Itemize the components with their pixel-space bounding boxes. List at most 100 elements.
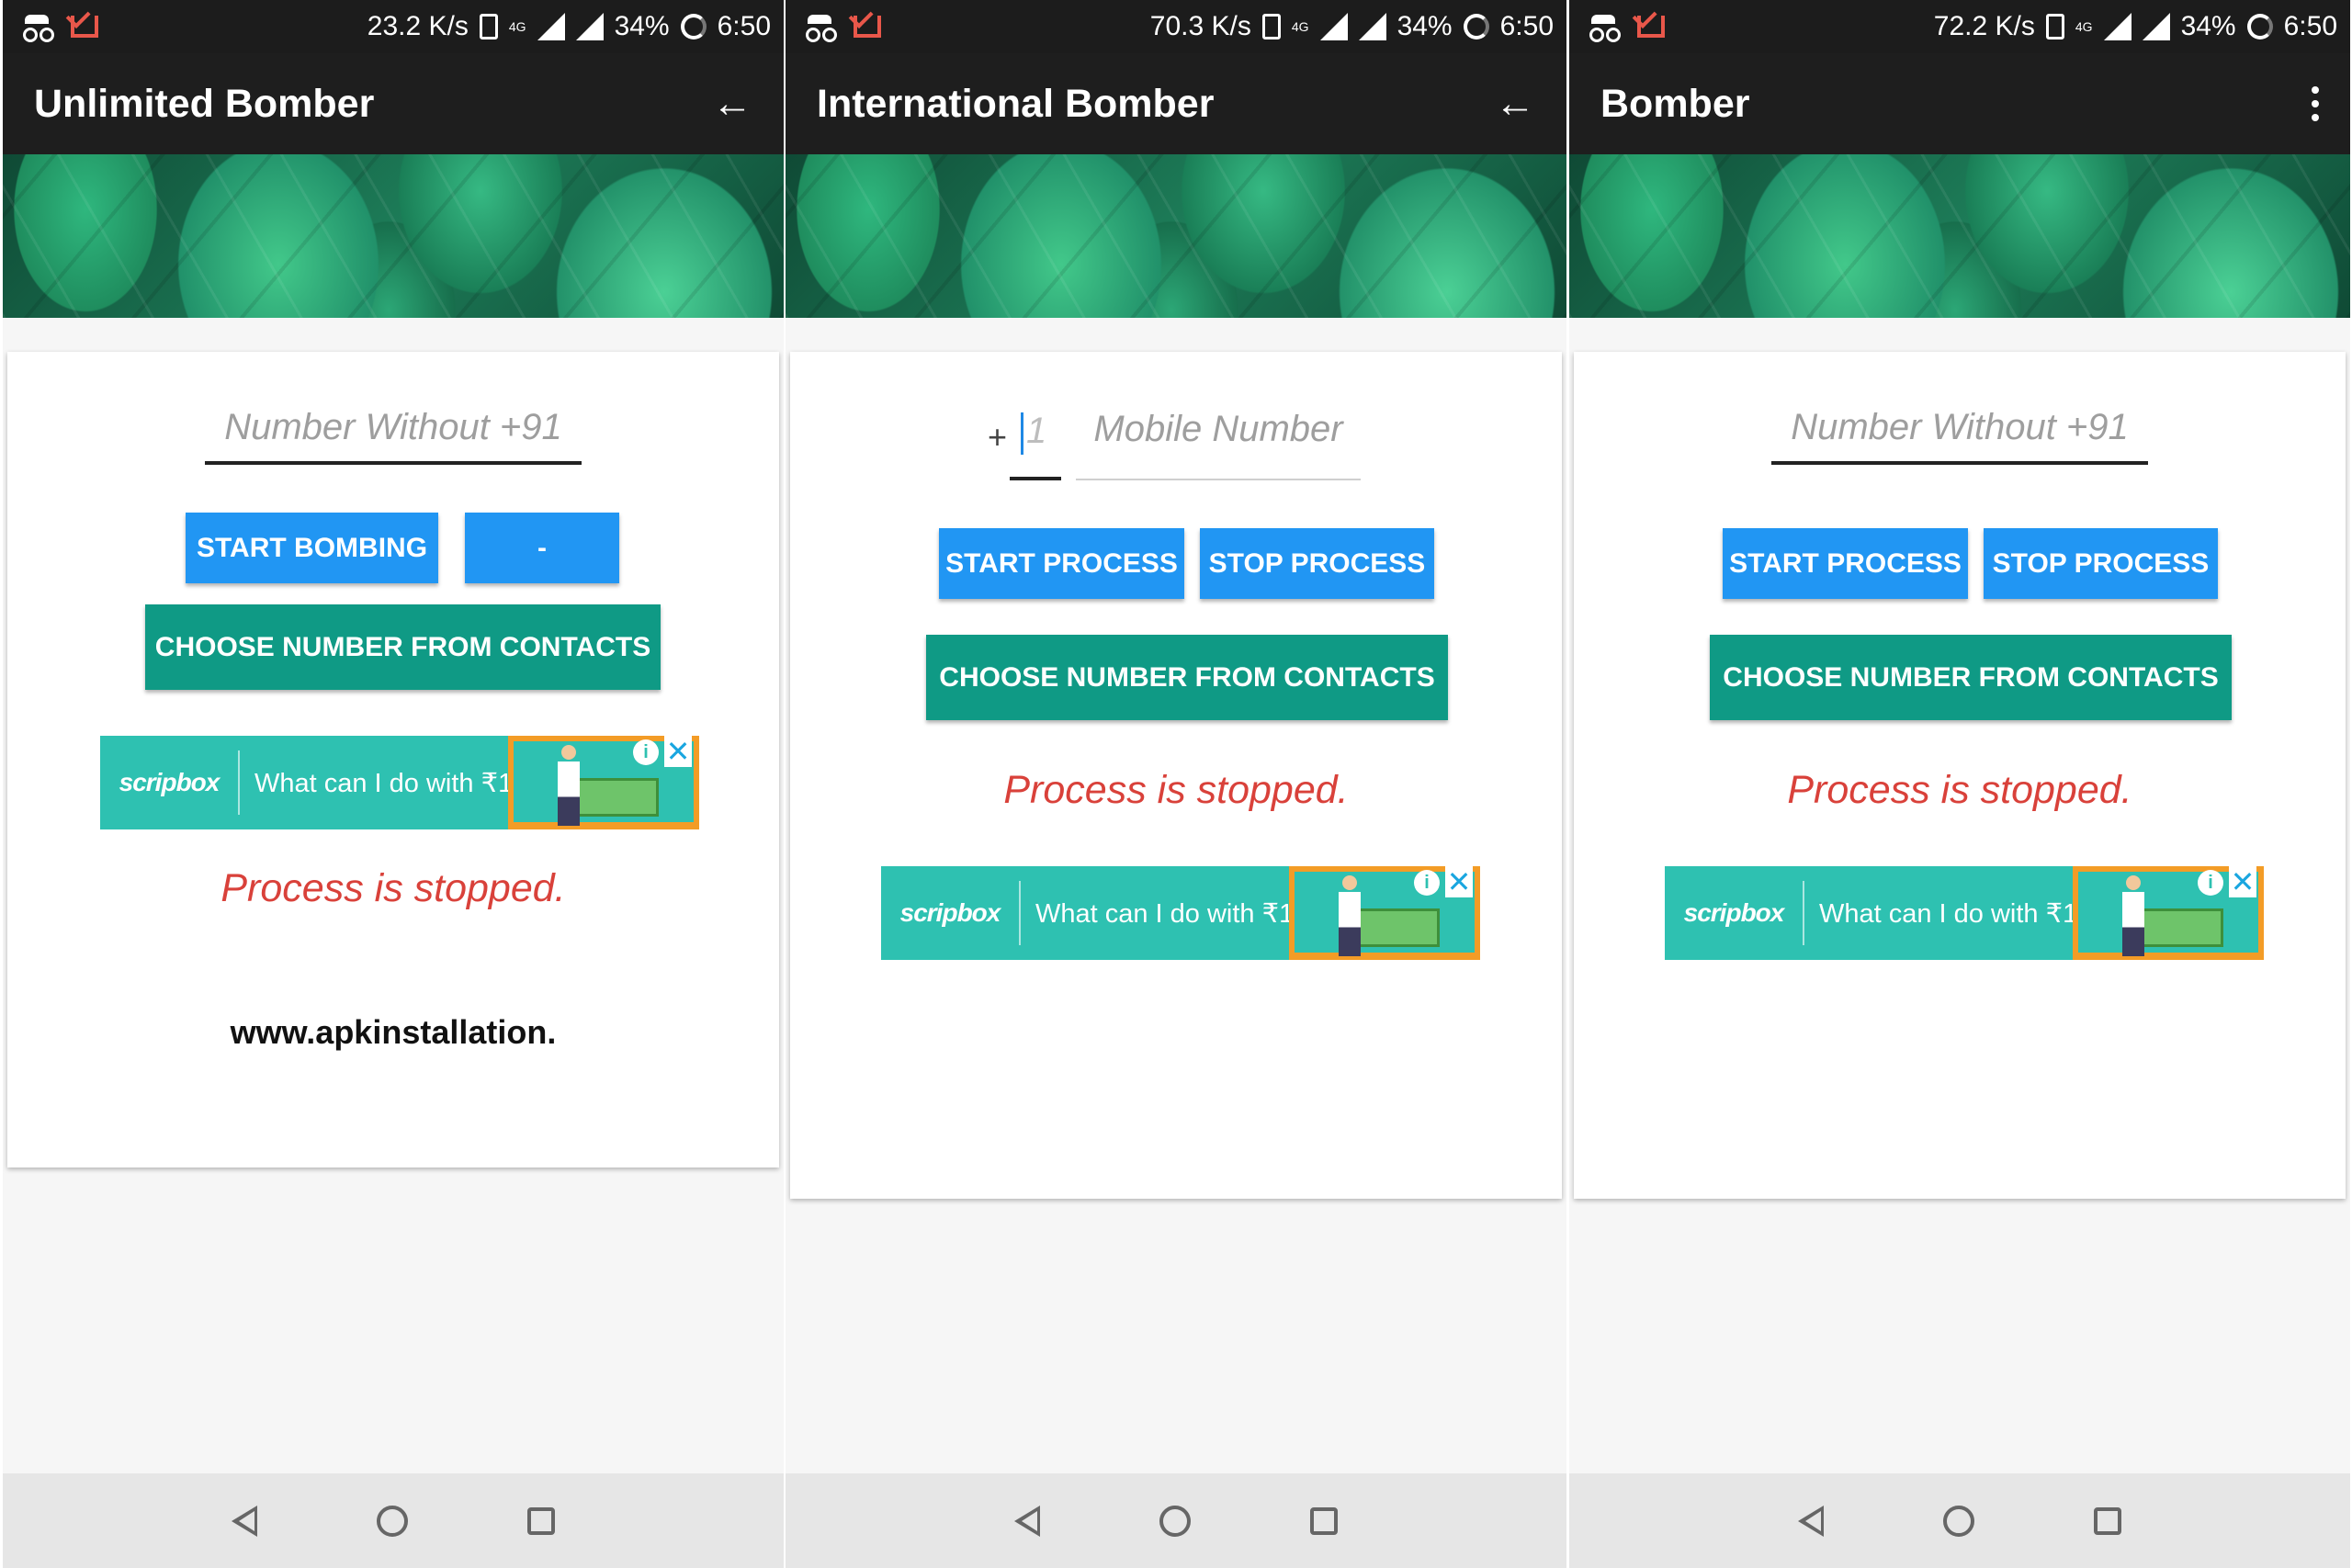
ad-logo: scripbox — [119, 768, 220, 796]
phone-screen-unlimited: 23.2 K/s 4G 34% 6:50 Unlimited Bomber ← … — [3, 0, 784, 1568]
process-status-text: Process is stopped. — [220, 866, 566, 910]
clock: 6:50 — [1499, 11, 1554, 41]
back-arrow-icon[interactable]: ← — [1495, 84, 1535, 124]
ad-banner[interactable]: scripbox What can I do with ₹1000 i ✕ — [100, 736, 699, 829]
incognito-icon — [804, 15, 835, 42]
battery-icon — [1463, 14, 1489, 39]
ad-banner[interactable]: scripbox What can I do with ₹1000 i ✕ — [881, 866, 1480, 960]
nav-recents-icon[interactable] — [1310, 1506, 1338, 1535]
country-code-input[interactable]: 1 — [1010, 407, 1061, 480]
form-card: Number Without +91 START BOMBING - CHOOS… — [7, 352, 779, 1168]
phone-screen-bomber: 72.2 K/s 4G 34% 6:50 Bomber Number Witho… — [1569, 0, 2350, 1568]
battery-percent: 34% — [2180, 11, 2236, 41]
ad-banner[interactable]: scripbox What can I do with ₹1000 i ✕ — [1665, 866, 2264, 960]
watermark-text: www.apkinstallation. — [230, 1013, 557, 1051]
nav-recents-icon[interactable] — [527, 1506, 555, 1535]
app-title: International Bomber — [817, 81, 1215, 126]
signal-icon — [537, 13, 565, 40]
gmail-icon — [71, 16, 98, 38]
input-underline — [1771, 461, 2148, 465]
nav-back-icon[interactable] — [1798, 1505, 1824, 1537]
battery-icon — [2246, 14, 2273, 39]
clock: 6:50 — [717, 11, 771, 41]
nav-back-icon[interactable] — [1014, 1505, 1040, 1537]
navigation-bar — [786, 1473, 1566, 1568]
choose-contacts-button[interactable]: CHOOSE NUMBER FROM CONTACTS — [1710, 635, 2232, 720]
stop-process-button[interactable]: STOP PROCESS — [1200, 528, 1434, 599]
battery-percent: 34% — [614, 11, 670, 41]
nav-recents-icon[interactable] — [2094, 1506, 2121, 1535]
number-input[interactable]: Number Without +91 — [1771, 407, 2148, 465]
back-arrow-icon[interactable]: ← — [712, 84, 752, 124]
phone-screen-international: 70.3 K/s 4G 34% 6:50 International Bombe… — [786, 0, 1566, 1568]
vibrate-icon — [479, 14, 498, 39]
choose-contacts-button[interactable]: CHOOSE NUMBER FROM CONTACTS — [145, 604, 661, 690]
form-card: Number Without +91 START PROCESS STOP PR… — [1574, 352, 2346, 1199]
ad-logo: scripbox — [899, 898, 1001, 927]
choose-contacts-button[interactable]: CHOOSE NUMBER FROM CONTACTS — [926, 635, 1448, 720]
text-cursor — [1021, 412, 1023, 455]
app-title: Unlimited Bomber — [34, 81, 375, 126]
person-illustration — [558, 745, 580, 826]
mobile-number-placeholder: Mobile Number — [1093, 409, 1343, 449]
ad-close-icon[interactable]: ✕ — [1445, 866, 1473, 897]
vibrate-icon — [1261, 14, 1281, 39]
network-type: 4G — [1291, 19, 1309, 34]
nav-home-icon[interactable] — [1943, 1505, 1974, 1537]
leaf-banner-image — [786, 154, 1566, 318]
network-speed: 72.2 K/s — [1933, 11, 2035, 41]
start-process-button[interactable]: START PROCESS — [1723, 528, 1968, 599]
signal-icon-2 — [2142, 13, 2170, 40]
gmail-icon — [1637, 16, 1665, 38]
navigation-bar — [3, 1473, 784, 1568]
number-input-placeholder: Number Without +91 — [1791, 407, 2129, 447]
signal-icon-2 — [1358, 13, 1386, 40]
number-input-placeholder: Number Without +91 — [224, 407, 562, 447]
input-underline — [205, 461, 582, 465]
signal-icon — [2103, 13, 2132, 40]
network-type: 4G — [2075, 19, 2093, 34]
process-status-text: Process is stopped. — [1003, 768, 1349, 812]
ad-close-icon[interactable]: ✕ — [2229, 866, 2256, 897]
process-status-text: Process is stopped. — [1787, 768, 2132, 812]
form-card: + 1 Mobile Number START PROCESS STOP PRO… — [790, 352, 1562, 1199]
start-bombing-button[interactable]: START BOMBING — [186, 513, 438, 583]
ad-info-icon[interactable]: i — [633, 739, 659, 765]
ad-info-icon[interactable]: i — [2198, 870, 2223, 896]
three-screens: 23.2 K/s 4G 34% 6:50 Unlimited Bomber ← … — [0, 0, 2352, 1568]
leaf-banner-image — [3, 154, 784, 318]
gmail-icon — [854, 16, 881, 38]
international-number-field: + 1 Mobile Number — [988, 407, 1374, 480]
stop-process-button[interactable]: STOP PROCESS — [1984, 528, 2218, 599]
mobile-number-input[interactable]: Mobile Number — [1076, 407, 1361, 480]
plus-sign: + — [988, 418, 1008, 456]
navigation-bar — [1569, 1473, 2350, 1568]
app-bar: Bomber — [1569, 53, 2350, 154]
clock: 6:50 — [2283, 11, 2337, 41]
vibrate-icon — [2045, 14, 2064, 39]
number-input[interactable]: Number Without +91 — [205, 407, 582, 465]
overflow-menu-icon[interactable] — [2312, 86, 2319, 121]
app-bar: Unlimited Bomber ← — [3, 53, 784, 154]
person-illustration — [1339, 875, 1361, 956]
ad-logo: scripbox — [1683, 898, 1785, 927]
nav-home-icon[interactable] — [377, 1505, 408, 1537]
ad-info-icon[interactable]: i — [1414, 870, 1440, 896]
status-bar: 70.3 K/s 4G 34% 6:50 — [786, 0, 1566, 53]
network-type: 4G — [508, 19, 526, 34]
battery-icon — [680, 14, 707, 39]
network-speed: 70.3 K/s — [1149, 11, 1251, 41]
stop-button[interactable]: - — [465, 513, 619, 583]
incognito-icon — [1588, 15, 1619, 42]
app-title: Bomber — [1600, 81, 1750, 126]
person-illustration — [2122, 875, 2144, 956]
input-underline — [1010, 477, 1061, 480]
input-underline — [1076, 479, 1361, 480]
app-bar: International Bomber ← — [786, 53, 1566, 154]
start-process-button[interactable]: START PROCESS — [939, 528, 1184, 599]
network-speed: 23.2 K/s — [367, 11, 469, 41]
nav-home-icon[interactable] — [1159, 1505, 1191, 1537]
country-code-placeholder: 1 — [1026, 411, 1047, 451]
nav-back-icon[interactable] — [232, 1505, 257, 1537]
ad-close-icon[interactable]: ✕ — [664, 736, 692, 767]
